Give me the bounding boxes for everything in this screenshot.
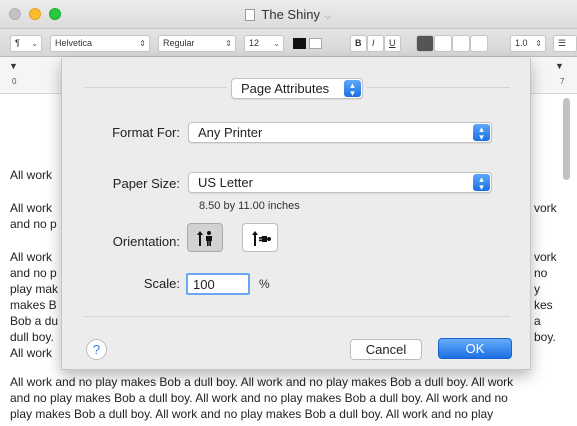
doc-line-fragment: a: [534, 314, 541, 328]
font-size-value: 12: [249, 38, 260, 48]
line-spacing-value: 1.0: [515, 38, 528, 48]
help-button[interactable]: ?: [86, 339, 107, 360]
left-indent-marker-icon[interactable]: ▼: [9, 61, 18, 71]
doc-line-fragment: All work: [10, 201, 53, 215]
doc-line-fragment: makes B: [10, 298, 57, 312]
landscape-orientation-button[interactable]: [242, 223, 278, 252]
doc-line-fragment: and no p: [10, 266, 57, 280]
chevron-updown-icon: ⇕: [535, 39, 542, 48]
chevron-updown-icon: ▴ ▾: [473, 174, 490, 192]
scale-label: Scale:: [143, 276, 180, 291]
doc-line-fragment: y: [534, 282, 540, 296]
paper-size-popup[interactable]: US Letter ▴ ▾: [188, 172, 492, 193]
align-center-button[interactable]: [434, 35, 452, 52]
doc-line-fragment: Bob a du: [10, 314, 59, 328]
doc-line-fragment: no: [534, 266, 548, 280]
ruler-start-label: 0: [12, 77, 17, 86]
font-style-value: Regular: [163, 38, 195, 48]
chevron-down-icon: ⌄: [273, 39, 280, 48]
paragraph-style-popup[interactable]: ¶ ⌄: [10, 35, 42, 52]
format-toolbar: ¶ ⌄ Helvetica ⇕ Regular ⇕ 12 ⌄ B I U 1.0 ⇕ ☰: [0, 29, 577, 57]
font-family-value: Helvetica: [55, 38, 93, 48]
doc-line-fragment: vork: [534, 250, 557, 264]
format-for-label: Format For:: [112, 125, 180, 140]
ruler-end-label: 7: [560, 77, 565, 86]
chevron-updown-icon: ▴ ▾: [473, 124, 490, 142]
doc-line-fragment: boy.: [534, 330, 556, 344]
paper-size-value: US Letter: [198, 175, 253, 190]
doc-line-fragment: play mak: [10, 282, 59, 296]
title-bar: The Shiny ⌵: [0, 0, 577, 29]
list-style-popup[interactable]: ☰: [553, 35, 577, 52]
portrait-icon: [197, 231, 212, 246]
align-right-button[interactable]: [452, 35, 470, 52]
divider: [367, 87, 510, 88]
format-for-popup[interactable]: Any Printer ▴ ▾: [188, 122, 492, 143]
font-size-combo[interactable]: 12 ⌄: [244, 35, 284, 52]
doc-line: play makes Bob a dull boy. All work and …: [10, 407, 494, 421]
portrait-orientation-button[interactable]: [187, 223, 223, 252]
format-for-value: Any Printer: [198, 125, 263, 140]
divider: [84, 87, 227, 88]
align-left-button[interactable]: [416, 35, 434, 52]
list-icon: ☰: [558, 38, 567, 48]
font-style-popup[interactable]: Regular ⇕: [158, 35, 236, 52]
doc-line-fragment: kes: [534, 298, 553, 312]
highlight-color-swatch[interactable]: [309, 38, 322, 49]
doc-line: and no play makes Bob a dull boy. All wo…: [10, 391, 508, 405]
settings-popup[interactable]: Page Attributes ▴ ▾: [231, 78, 363, 99]
divider: [84, 316, 510, 317]
bold-button[interactable]: B: [350, 35, 367, 52]
orientation-label: Orientation:: [112, 234, 180, 249]
doc-line-fragment: dull boy.: [10, 330, 54, 344]
cancel-button[interactable]: Cancel: [350, 339, 422, 360]
document-icon: [245, 9, 256, 21]
justify-button[interactable]: [470, 35, 488, 52]
chevron-updown-icon: ⇕: [139, 39, 146, 48]
italic-button[interactable]: I: [367, 35, 384, 52]
window-title[interactable]: The Shiny ⌵: [0, 7, 577, 22]
chevron-updown-icon: ▴ ▾: [344, 80, 361, 98]
underline-button[interactable]: U: [384, 35, 401, 52]
doc-line-fragment: All work: [10, 168, 53, 182]
right-indent-marker-icon[interactable]: ▼: [555, 61, 564, 71]
font-family-popup[interactable]: Helvetica ⇕: [50, 35, 150, 52]
window-title-text: The Shiny: [261, 7, 320, 22]
text-color-swatch[interactable]: [293, 38, 306, 49]
landscape-icon: [252, 231, 271, 246]
page-setup-sheet: Page Attributes ▴ ▾ Format For: Any Print…: [61, 58, 531, 370]
vertical-scrollbar[interactable]: [563, 98, 570, 180]
doc-line: All work and no play makes Bob a dull bo…: [10, 375, 514, 389]
paragraph-style-icon: ¶: [15, 38, 20, 48]
chevron-updown-icon: ⇕: [225, 39, 232, 48]
paper-dimensions: 8.50 by 11.00 inches: [199, 200, 300, 212]
doc-line-fragment: All work: [10, 250, 53, 264]
doc-line-fragment: and no p: [10, 217, 57, 231]
settings-popup-value: Page Attributes: [241, 81, 330, 96]
doc-line-fragment: All work: [10, 346, 53, 360]
scale-unit: %: [259, 277, 270, 291]
paper-size-label: Paper Size:: [112, 176, 180, 191]
scale-input[interactable]: [186, 273, 250, 295]
ok-button[interactable]: OK: [438, 338, 512, 359]
line-spacing-popup[interactable]: 1.0 ⇕: [510, 35, 546, 52]
doc-line-fragment: vork: [534, 201, 557, 215]
chevron-down-icon: ⌄: [31, 39, 38, 48]
title-chevron-icon: ⌵: [323, 11, 332, 22]
